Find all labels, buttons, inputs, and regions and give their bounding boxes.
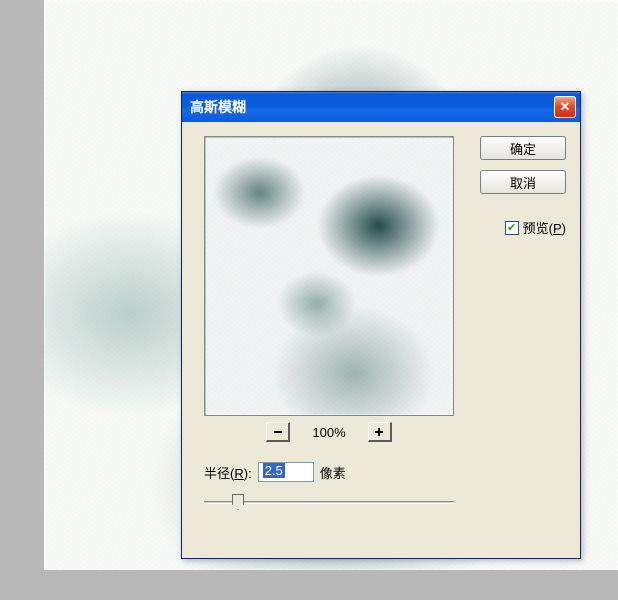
close-icon: ✕ (560, 99, 571, 115)
zoom-in-button[interactable] (368, 422, 392, 442)
dialog-title: 高斯模糊 (190, 97, 246, 117)
gaussian-blur-dialog: 高斯模糊 ✕ 100% 确定 取消 (181, 91, 581, 559)
minus-icon (273, 427, 283, 437)
close-button[interactable]: ✕ (554, 96, 576, 118)
ok-button[interactable]: 确定 (480, 136, 566, 160)
cancel-button[interactable]: 取消 (480, 170, 566, 194)
preview-image (205, 137, 453, 415)
radius-label: 半径(R): (204, 463, 252, 482)
zoom-controls: 100% (204, 422, 454, 442)
dialog-body: 100% 确定 取消 ✔ 预览(P) 半径(R): 2.5 像素 (182, 122, 580, 558)
preview-checkbox-row: ✔ 预览(P) (505, 218, 566, 237)
check-icon: ✔ (507, 221, 516, 234)
titlebar[interactable]: 高斯模糊 ✕ (182, 92, 580, 122)
zoom-level-label: 100% (312, 425, 345, 440)
plus-icon (374, 427, 384, 437)
radius-unit-label: 像素 (320, 463, 346, 482)
radius-input[interactable]: 2.5 (258, 462, 314, 482)
zoom-out-button[interactable] (266, 422, 290, 442)
radius-row: 半径(R): 2.5 像素 (204, 462, 346, 482)
radius-slider[interactable] (204, 492, 454, 512)
preview-checkbox-label: 预览(P) (523, 218, 566, 237)
preview-checkbox[interactable]: ✔ (505, 221, 519, 235)
action-buttons: 确定 取消 (480, 136, 566, 194)
preview-pane[interactable] (204, 136, 454, 416)
slider-thumb[interactable] (232, 494, 244, 510)
